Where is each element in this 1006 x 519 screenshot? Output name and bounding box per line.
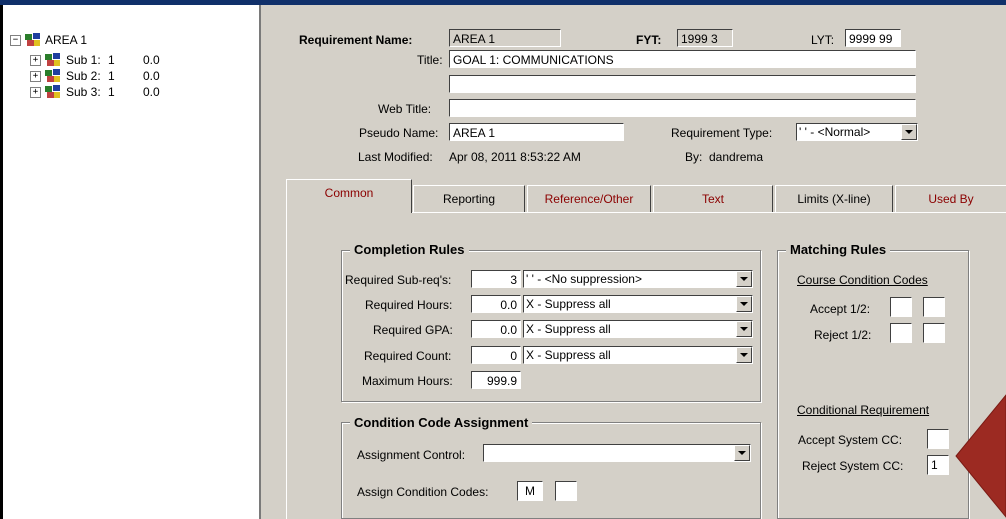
condition-code-title: Condition Code Assignment [350, 415, 533, 430]
condition-code-1-field[interactable]: M [517, 481, 543, 501]
tab-text[interactable]: Text [653, 185, 773, 213]
course-condition-codes-heading: Course Condition Codes [797, 273, 928, 287]
chevron-down-icon[interactable] [736, 296, 752, 312]
tab-common[interactable]: Common [286, 179, 412, 213]
lyt-label: LYT: [811, 33, 835, 47]
required-hours-label: Required Hours: [365, 298, 453, 312]
required-count-field[interactable]: 0 [471, 346, 521, 364]
pseudo-name-label: Pseudo Name: [359, 126, 439, 140]
requirement-name-field[interactable]: AREA 1 [449, 29, 561, 47]
tree-item-label: Sub 1: [66, 53, 101, 67]
tree-item-num: 1 [108, 85, 115, 99]
reject-codes-label: Reject 1/2: [814, 328, 872, 342]
subreqs-suppression-dropdown[interactable]: ' ' - <No suppression> [523, 270, 753, 288]
chevron-down-icon[interactable] [736, 271, 752, 287]
maximum-hours-field[interactable]: 999.9 [471, 371, 521, 389]
tree-node-icon [45, 69, 60, 82]
last-modified-label: Last Modified: [358, 150, 433, 164]
tree-node-icon [25, 33, 40, 46]
tab-limits-xline[interactable]: Limits (X-line) [775, 185, 893, 213]
count-suppression-dropdown[interactable]: X - Suppress all [523, 346, 753, 364]
reject-code-1-field[interactable] [890, 323, 912, 343]
assignment-control-label: Assignment Control: [357, 448, 466, 462]
annotation-arrow-icon [955, 394, 1006, 518]
gpa-suppression-dropdown[interactable]: X - Suppress all [523, 320, 753, 338]
fyt-label: FYT: [636, 33, 662, 47]
pseudo-name-field[interactable]: AREA 1 [449, 123, 624, 141]
matching-rules-group [777, 250, 969, 519]
tree-item-value: 0.0 [143, 85, 160, 99]
fyt-field[interactable]: 1999 3 [677, 29, 733, 47]
required-hours-field[interactable]: 0.0 [471, 295, 521, 313]
expand-icon[interactable]: + [30, 55, 41, 66]
requirement-name-label: Requirement Name: [299, 33, 413, 47]
tab-panel-border [286, 212, 287, 519]
required-gpa-field[interactable]: 0.0 [471, 320, 521, 338]
tab-reporting[interactable]: Reporting [413, 185, 525, 213]
subreqs-suppression-value: ' ' - <No suppression> [526, 272, 642, 286]
accept-system-cc-label: Accept System CC: [798, 433, 903, 447]
web-title-field[interactable] [449, 99, 916, 117]
condition-code-group [341, 422, 761, 519]
accept-codes-label: Accept 1/2: [810, 302, 871, 316]
maximum-hours-label: Maximum Hours: [362, 374, 453, 388]
requirement-type-dropdown[interactable]: ' ' - <Normal> [796, 123, 918, 141]
assign-codes-label: Assign Condition Codes: [357, 485, 489, 499]
reject-code-2-field[interactable] [923, 323, 945, 343]
tree-node-icon [45, 85, 60, 98]
chevron-down-icon[interactable] [736, 347, 752, 363]
reject-system-cc-field[interactable]: 1 [927, 455, 949, 475]
tab-reference-other[interactable]: Reference/Other [527, 185, 651, 213]
required-count-label: Required Count: [364, 349, 452, 363]
tree-root-label: AREA 1 [45, 33, 88, 47]
gpa-suppression-value: X - Suppress all [526, 322, 611, 336]
window-border [0, 5, 3, 519]
tree-item-label: Sub 2: [66, 69, 101, 83]
conditional-requirement-heading: Conditional Requirement [797, 403, 930, 417]
web-title-label: Web Title: [378, 102, 432, 116]
collapse-icon[interactable]: − [10, 35, 21, 46]
tree-item-value: 0.0 [143, 53, 160, 67]
requirement-tree[interactable]: − AREA 1 + Sub 1: 1 0.0 + Sub 2: 1 0.0 +… [4, 5, 261, 519]
title-field[interactable]: GOAL 1: COMMUNICATIONS [449, 50, 916, 68]
chevron-down-icon[interactable] [901, 124, 917, 140]
accept-system-cc-field[interactable] [927, 429, 949, 449]
required-subreqs-field[interactable]: 3 [471, 270, 521, 288]
last-modified-value: Apr 08, 2011 8:53:22 AM [449, 150, 581, 164]
modified-by-label: By: [685, 150, 703, 164]
assignment-control-dropdown[interactable] [483, 444, 751, 462]
requirement-detail-panel: Requirement Name: AREA 1 FYT: 1999 3 LYT… [261, 5, 1006, 519]
tab-used-by[interactable]: Used By [895, 185, 1006, 213]
tree-item-num: 1 [108, 69, 115, 83]
lyt-field[interactable]: 9999 99 [845, 29, 901, 47]
hours-suppression-dropdown[interactable]: X - Suppress all [523, 295, 753, 313]
reject-system-cc-label: Reject System CC: [802, 459, 904, 473]
completion-rules-title: Completion Rules [350, 242, 469, 257]
expand-icon[interactable]: + [30, 87, 41, 98]
tree-node-icon [45, 53, 60, 66]
required-subreqs-label: Required Sub-req's: [345, 273, 452, 287]
condition-code-2-field[interactable] [555, 481, 577, 501]
tree-item-value: 0.0 [143, 69, 160, 83]
title-line2-field[interactable] [449, 75, 916, 93]
accept-code-1-field[interactable] [890, 297, 912, 317]
tree-item-num: 1 [108, 53, 115, 67]
modified-by-value: dandrema [709, 150, 764, 164]
hours-suppression-value: X - Suppress all [526, 297, 611, 311]
requirement-type-label: Requirement Type: [671, 126, 773, 140]
title-label: Title: [417, 53, 443, 67]
required-gpa-label: Required GPA: [373, 323, 453, 337]
expand-icon[interactable]: + [30, 71, 41, 82]
chevron-down-icon[interactable] [736, 321, 752, 337]
matching-rules-title: Matching Rules [786, 242, 891, 257]
requirement-type-value: ' ' - <Normal> [799, 125, 871, 139]
chevron-down-icon[interactable] [734, 445, 750, 461]
count-suppression-value: X - Suppress all [526, 348, 611, 362]
tree-item-label: Sub 3: [66, 85, 101, 99]
accept-code-2-field[interactable] [923, 297, 945, 317]
